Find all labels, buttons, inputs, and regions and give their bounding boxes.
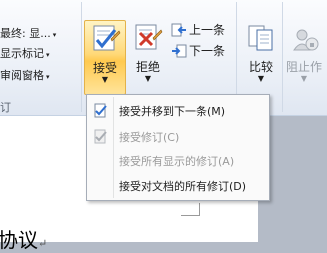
accept-next-icon [94, 103, 107, 118]
compare-documents-icon [248, 25, 273, 51]
menu-item-label: 接受所有显示的修订(A) [119, 155, 235, 168]
menu-item-accept-change[interactable]: 接受修订(C) [89, 126, 267, 147]
compare-button[interactable]: 比较 ▼ [243, 20, 279, 95]
display-for-review-dropdown[interactable]: 最终: 显... ▾ [0, 25, 56, 41]
chevron-down-icon: ▼ [257, 74, 265, 83]
chevron-down-icon: ▾ [52, 31, 57, 39]
accept-button[interactable]: 接受 ▼ [84, 20, 126, 95]
compare-label: 比较 [248, 60, 273, 74]
block-authors-button[interactable]: 阻止作 ▼ [286, 20, 327, 95]
menu-item-accept-and-move-next[interactable]: 接受并移到下一条(M) [89, 100, 267, 121]
document-heading: 协议 [0, 228, 38, 252]
display-for-review-label: 最终: 显... [0, 27, 51, 40]
previous-change-button[interactable]: 上一条 [171, 20, 231, 40]
next-arrow-icon [172, 44, 187, 58]
show-markup-label: 显示标记 [0, 47, 44, 60]
block-authors-icon [293, 29, 319, 51]
page-margin-mark [181, 203, 200, 216]
accept-dropdown-menu: 接受并移到下一条(M) 接受修订(C) 接受所有显示的修订(A) 接受对文档的所… [86, 94, 270, 201]
menu-item-label: 接受对文档的所有修订(D) [119, 180, 247, 193]
accept-label: 接受 [92, 61, 117, 75]
menu-item-accept-all-changes[interactable]: 接受对文档的所有修订(D) [89, 175, 267, 196]
block-authors-label: 阻止作 [286, 60, 323, 74]
chevron-down-icon: ▾ [46, 51, 50, 59]
accept-change-icon [94, 129, 107, 144]
menu-item-label: 接受并移到下一条(M) [119, 105, 226, 118]
chevron-down-icon: ▾ [46, 73, 50, 81]
previous-arrow-icon [171, 23, 186, 37]
next-label: 下一条 [189, 44, 226, 58]
reject-button[interactable]: 拒绝 ▼ [128, 20, 168, 95]
paragraph-mark-icon: ↵ [38, 237, 48, 250]
tracking-group-label: 订 [0, 101, 11, 114]
reject-document-icon [135, 24, 163, 50]
menu-item-label: 接受修订(C) [119, 131, 180, 144]
accept-document-icon [93, 25, 121, 51]
show-markup-dropdown[interactable]: 显示标记 ▾ [0, 45, 50, 61]
previous-label: 上一条 [189, 23, 226, 37]
chevron-down-icon: ▼ [300, 74, 308, 83]
next-change-button[interactable]: 下一条 [171, 41, 231, 61]
chevron-down-icon: ▼ [144, 74, 152, 83]
group-separator [81, 2, 82, 112]
reject-label: 拒绝 [135, 60, 160, 74]
reviewing-pane-dropdown[interactable]: 审阅窗格 ▾ [0, 67, 50, 83]
menu-item-accept-all-shown[interactable]: 接受所有显示的修订(A) [89, 150, 267, 171]
chevron-down-icon: ▼ [101, 75, 109, 84]
reviewing-pane-label: 审阅窗格 [0, 69, 44, 82]
document-text[interactable]: 协议↵ [0, 224, 47, 253]
group-separator [282, 2, 283, 112]
